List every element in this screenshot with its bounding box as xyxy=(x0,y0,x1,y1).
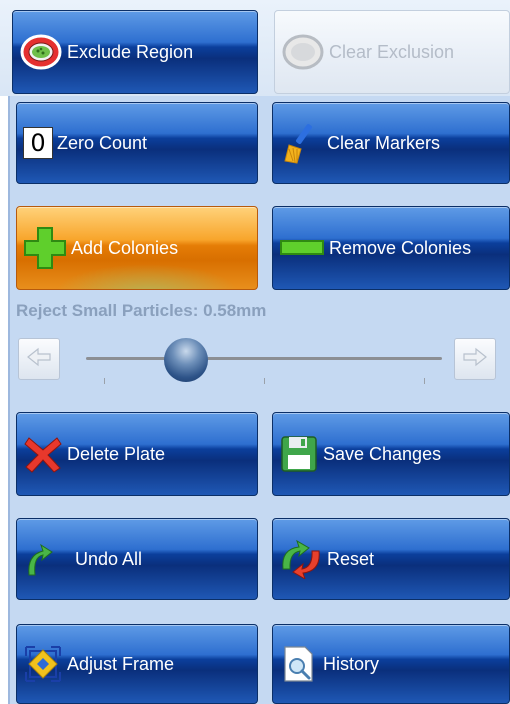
floppy-disk-icon xyxy=(279,434,319,474)
reset-button[interactable]: Reset xyxy=(272,518,510,600)
clear-markers-button[interactable]: Clear Markers xyxy=(272,102,510,184)
plus-icon xyxy=(23,226,67,270)
slider-right-button[interactable] xyxy=(454,338,496,380)
exclude-region-button[interactable]: Exclude Region xyxy=(12,10,258,94)
reset-label: Reset xyxy=(327,548,375,569)
save-changes-button[interactable]: Save Changes xyxy=(272,412,510,496)
particle-size-slider xyxy=(16,330,510,394)
document-magnifier-icon xyxy=(279,644,319,684)
adjust-frame-button[interactable]: Adjust Frame xyxy=(16,624,258,704)
undo-arrow-icon xyxy=(23,541,53,577)
zero-count-button[interactable]: 0 Zero Count xyxy=(16,102,258,184)
slider-left-button[interactable] xyxy=(18,338,60,380)
add-colonies-button[interactable]: Add Colonies xyxy=(16,206,258,290)
minus-icon xyxy=(279,238,325,258)
reset-arrows-icon xyxy=(279,539,323,579)
controls-panel xyxy=(0,96,510,704)
red-x-icon xyxy=(23,434,63,474)
undo-all-label: Undo All xyxy=(75,548,143,569)
slider-tick xyxy=(104,378,105,384)
slider-thumb[interactable] xyxy=(163,338,208,382)
zero-counter-digit: 0 xyxy=(23,127,53,159)
clear-markers-label: Clear Markers xyxy=(327,132,441,153)
add-colonies-label: Add Colonies xyxy=(71,237,179,258)
arrow-right-icon xyxy=(462,347,488,372)
slider-track[interactable] xyxy=(86,357,442,360)
save-changes-label: Save Changes xyxy=(323,443,442,464)
history-button[interactable]: History xyxy=(272,624,510,704)
arrow-left-icon xyxy=(26,347,52,372)
clear-exclusion-label: Clear Exclusion xyxy=(329,41,455,62)
broom-icon xyxy=(279,121,323,165)
frame-adjust-icon xyxy=(23,644,63,684)
adjust-frame-label: Adjust Frame xyxy=(67,653,175,674)
petri-dish-icon xyxy=(19,32,63,72)
slider-tick xyxy=(424,378,425,384)
slider-tick xyxy=(264,378,265,384)
history-label: History xyxy=(323,653,380,674)
zero-count-label: Zero Count xyxy=(57,132,148,153)
clear-exclusion-button[interactable]: Clear Exclusion xyxy=(274,10,510,94)
zero-counter-icon: 0 xyxy=(23,127,53,159)
remove-colonies-label: Remove Colonies xyxy=(329,237,472,258)
reject-small-particles-label: Reject Small Particles: 0.58mm xyxy=(16,301,267,320)
delete-plate-label: Delete Plate xyxy=(67,443,166,464)
petri-dish-disabled-icon xyxy=(281,32,325,72)
exclude-region-label: Exclude Region xyxy=(67,41,194,62)
delete-plate-button[interactable]: Delete Plate xyxy=(16,412,258,496)
remove-colonies-button[interactable]: Remove Colonies xyxy=(272,206,510,290)
undo-all-button[interactable]: Undo All xyxy=(16,518,258,600)
